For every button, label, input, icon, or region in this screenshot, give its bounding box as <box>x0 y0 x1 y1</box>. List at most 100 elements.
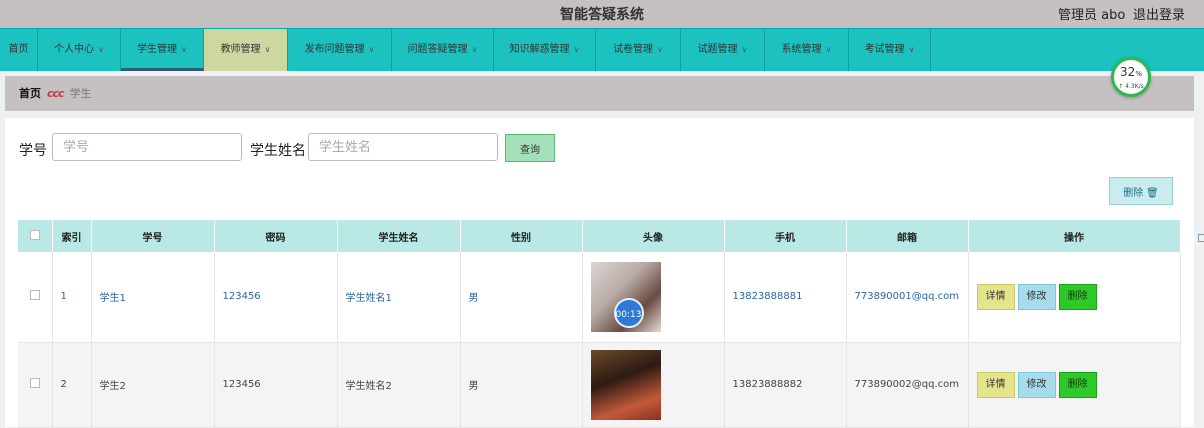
avatar[interactable]: 00:13 <box>590 261 661 332</box>
side-handle[interactable] <box>1198 234 1204 242</box>
breadcrumb-home[interactable]: 首页 <box>19 87 41 100</box>
column-header: 邮箱 <box>846 220 969 252</box>
trash-icon: 🗑 <box>1146 187 1159 199</box>
chevron-down-icon: ∨ <box>825 45 832 54</box>
column-header: 手机 <box>724 220 847 252</box>
cell-email: 773890001@qq.com <box>846 252 969 343</box>
student-name-label: 学生姓名 <box>250 143 306 159</box>
speed-percent-value: 32 <box>1120 65 1136 79</box>
cell-password: 123456 <box>214 252 338 343</box>
delete-button[interactable]: 删除 <box>1058 283 1097 310</box>
cell-avatar: 00:13 <box>582 252 725 343</box>
cell-index: 1 <box>52 252 92 343</box>
nav-home[interactable]: 首页 <box>0 29 38 71</box>
row-select-cell <box>18 252 53 343</box>
detail-button[interactable]: 详情 <box>976 371 1015 398</box>
nav-personal-center[interactable]: 个人中心 ∨ <box>38 29 121 71</box>
chevron-down-icon: ∨ <box>181 45 187 54</box>
nav-question-bank[interactable]: 试题管理 ∨ <box>681 29 765 71</box>
nav-label: 试卷管理 <box>613 44 654 55</box>
detail-button[interactable]: 详情 <box>976 283 1015 310</box>
chevron-down-icon: ∨ <box>264 45 271 54</box>
delete-button[interactable]: 删除 <box>1058 371 1097 398</box>
column-header: 操作 <box>968 220 1181 252</box>
cell-name: 学生姓名1 <box>337 252 461 343</box>
student-id-input[interactable] <box>52 133 242 161</box>
cell-email: 773890002@qq.com <box>846 342 969 428</box>
table-header: 索引 学号 密码 学生姓名 性别 头像 手机 邮箱 操作 <box>18 220 1181 252</box>
nav-exam-management[interactable]: 考试管理 ∨ <box>849 29 931 71</box>
nav-label: 系统管理 <box>781 44 822 55</box>
column-header: 密码 <box>214 220 338 252</box>
column-header: 学号 <box>91 220 215 252</box>
column-header: 头像 <box>582 220 725 252</box>
speed-percent-unit: % <box>1135 70 1142 78</box>
cell-gender: 男 <box>460 252 583 343</box>
nav-home-label: 首页 <box>8 44 29 55</box>
cell-avatar <box>582 342 725 428</box>
nav-knowledge[interactable]: 知识解惑管理 ∨ <box>494 29 596 71</box>
bulk-delete-button[interactable]: 删除 🗑 <box>1109 177 1173 205</box>
nav-question-publish[interactable]: 发布问题管理 ∨ <box>288 29 392 71</box>
nav-paper-management[interactable]: 试卷管理 ∨ <box>596 29 681 71</box>
main-content: 学号 学生姓名 查询 删除 🗑 索引 学号 密码 学生姓名 性别 头像 手机 邮… <box>5 118 1194 428</box>
column-header: 索引 <box>52 220 92 252</box>
recording-timer[interactable]: 00:13 <box>613 297 644 328</box>
nav-label: 试题管理 <box>697 44 738 55</box>
cell-index: 2 <box>52 342 92 428</box>
cell-name: 学生姓名2 <box>337 342 461 428</box>
top-bar: 智能答疑系统 管理员 abo 退出登录 <box>0 0 1204 28</box>
student-id-label: 学号 <box>19 143 47 159</box>
row-checkbox[interactable] <box>29 290 40 301</box>
chevron-down-icon: ∨ <box>98 45 104 54</box>
speed-widget[interactable]: 32% ↑ 4.3K/s <box>1111 57 1151 97</box>
nav-label: 知识解惑管理 <box>509 44 570 55</box>
nav-label: 问题答疑管理 <box>407 44 468 55</box>
chevron-down-icon: ∨ <box>368 45 375 54</box>
main-nav: 首页 个人中心 ∨ 学生管理 ∨ 教师管理 ∨ 发布问题管理 ∨ 问题答疑管理 ∨ 知识解… <box>0 28 1204 71</box>
table-row: 1 学生1 123456 学生姓名1 男 00:13 13823888881 7… <box>18 252 1181 343</box>
column-header: 学生姓名 <box>337 220 461 252</box>
select-all-cell <box>18 220 53 252</box>
current-user: 管理员 abo <box>1058 8 1126 23</box>
cell-phone: 13823888881 <box>724 252 847 343</box>
speed-rate: ↑ 4.3K/s <box>1118 83 1144 90</box>
breadcrumb-separator-icon: ccc <box>47 87 65 100</box>
nav-label: 发布问题管理 <box>304 44 365 55</box>
cell-actions: 详情 修改 删除 <box>968 252 1181 343</box>
chevron-down-icon: ∨ <box>908 45 915 54</box>
breadcrumb-current: 学生 <box>69 87 92 100</box>
nav-label: 学生管理 <box>137 44 178 55</box>
nav-label: 考试管理 <box>864 44 905 55</box>
cell-actions: 详情 修改 删除 <box>968 342 1181 428</box>
breadcrumb: 首页 ccc 学生 <box>5 76 1194 111</box>
row-select-cell <box>18 342 53 428</box>
table-row: 2 学生2 123456 学生姓名2 男 13823888882 7738900… <box>18 342 1181 428</box>
select-all-checkbox[interactable] <box>29 229 40 240</box>
edit-button[interactable]: 修改 <box>1017 371 1056 398</box>
nav-question-answer[interactable]: 问题答疑管理 ∨ <box>392 29 494 71</box>
nav-student-management[interactable]: 学生管理 ∨ <box>121 29 204 71</box>
cell-student-id: 学生2 <box>91 342 215 428</box>
logout-link[interactable]: 退出登录 <box>1133 4 1185 23</box>
cell-phone: 13823888882 <box>724 342 847 428</box>
cell-student-id: 学生1 <box>91 252 215 343</box>
nav-system-management[interactable]: 系统管理 ∨ <box>765 29 849 71</box>
cell-gender: 男 <box>460 342 583 428</box>
avatar[interactable] <box>590 349 661 420</box>
student-name-input[interactable] <box>308 133 498 161</box>
app-title: 智能答疑系统 <box>560 7 644 23</box>
student-table: 索引 学号 密码 学生姓名 性别 头像 手机 邮箱 操作 1 学生1 12345… <box>18 220 1181 428</box>
bulk-delete-label: 删除 <box>1123 187 1144 199</box>
row-checkbox[interactable] <box>29 378 40 388</box>
chevron-down-icon: ∨ <box>657 45 663 54</box>
nav-label: 个人中心 <box>54 44 95 55</box>
query-button[interactable]: 查询 <box>505 134 555 162</box>
speed-percent: 32% <box>1114 63 1148 83</box>
chevron-down-icon: ∨ <box>741 45 748 54</box>
column-header: 性别 <box>460 220 583 252</box>
nav-label: 教师管理 <box>220 44 261 55</box>
edit-button[interactable]: 修改 <box>1017 283 1056 310</box>
nav-teacher-management[interactable]: 教师管理 ∨ <box>204 29 288 71</box>
chevron-down-icon: ∨ <box>573 45 580 54</box>
